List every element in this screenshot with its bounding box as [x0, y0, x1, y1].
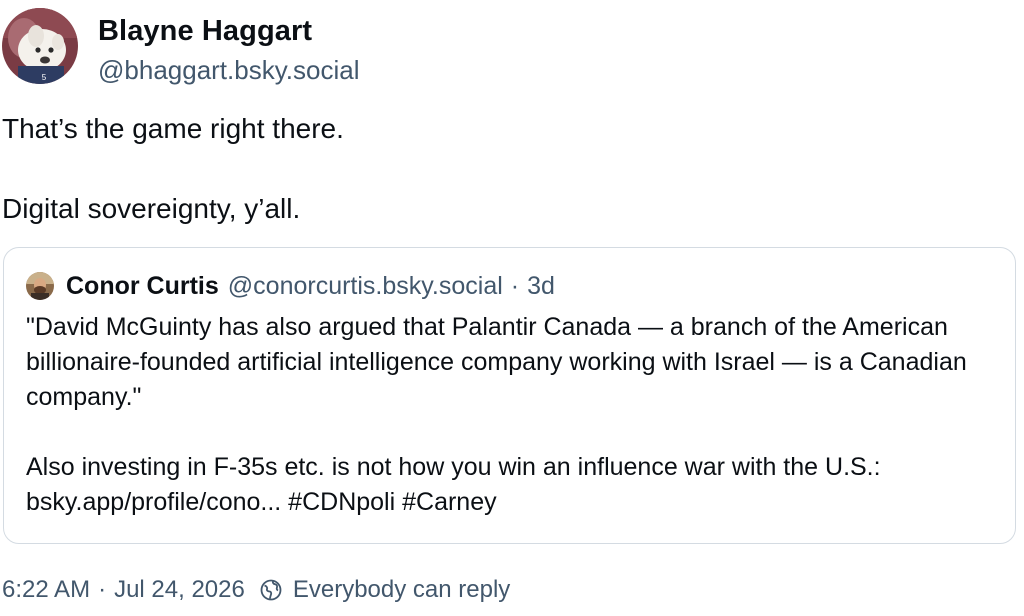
- post: 5 Blayne Haggart @bhaggart.bsky.social T…: [0, 0, 1024, 616]
- author-handle[interactable]: @bhaggart.bsky.social: [98, 52, 360, 88]
- post-paragraph: Digital sovereignty, y’all.: [2, 193, 301, 224]
- reply-setting[interactable]: Everybody can reply: [293, 574, 510, 606]
- quote-separator: ·: [510, 272, 520, 300]
- quote-paragraph: Also investing in F-35s etc. is not how …: [26, 453, 881, 516]
- svg-text:5: 5: [42, 73, 47, 82]
- quote-author-handle[interactable]: @conorcurtis.bsky.social: [228, 270, 503, 302]
- author-display-name[interactable]: Blayne Haggart: [98, 13, 360, 49]
- globe-icon: [259, 578, 283, 602]
- footer-separator: ·: [98, 576, 107, 603]
- quote-timestamp[interactable]: 3d: [527, 270, 555, 302]
- post-body: That’s the game right there. Digital sov…: [2, 109, 344, 229]
- post-paragraph: That’s the game right there.: [2, 113, 344, 144]
- author-row[interactable]: 5 Blayne Haggart @bhaggart.bsky.social: [2, 8, 360, 88]
- author-text: Blayne Haggart @bhaggart.bsky.social: [98, 13, 360, 88]
- quote-header: Conor Curtis @conorcurtis.bsky.social · …: [26, 270, 555, 302]
- post-date: Jul 24, 2026: [114, 576, 245, 603]
- quote-author-avatar[interactable]: [26, 272, 54, 300]
- author-avatar[interactable]: 5: [2, 8, 78, 84]
- post-time: 6:22 AM: [2, 576, 91, 603]
- post-footer: 6:22 AM · Jul 24, 2026 Everybody can rep…: [2, 574, 510, 606]
- quote-author-name[interactable]: Conor Curtis: [66, 270, 219, 302]
- quote-paragraph: "David McGuinty has also argued that Pal…: [26, 313, 967, 411]
- quote-avatar-image: [26, 272, 54, 300]
- quote-body: "David McGuinty has also argued that Pal…: [26, 310, 996, 520]
- avatar-image: 5: [2, 8, 78, 84]
- quote-post-card[interactable]: Conor Curtis @conorcurtis.bsky.social · …: [3, 247, 1016, 544]
